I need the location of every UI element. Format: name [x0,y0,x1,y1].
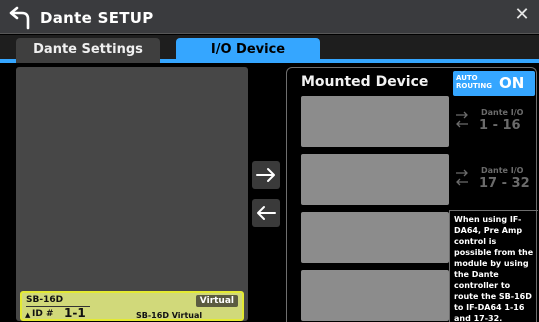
dante-io-range: 1 - 16 [479,118,521,133]
dante-io-range: 17 - 32 [479,176,530,191]
bidirectional-arrows-icon [455,108,469,130]
tab-dante-settings[interactable]: Dante Settings [16,38,160,64]
virtual-badge: Virtual [195,295,238,307]
mounted-slot-4[interactable] [301,270,449,321]
bidirectional-arrows-icon [455,166,469,188]
mounted-slot-1[interactable] [301,96,449,147]
device-model: SB-16D Virtual [136,311,203,320]
help-note: When using IF-DA64, Pre Amp control is p… [449,210,538,322]
mounted-slot-2[interactable] [301,154,449,205]
dante-io-group-1: Dante I/O 1 - 16 [453,102,533,142]
title-bar: Dante SETUP ✕ [0,0,539,34]
device-card[interactable]: SB-16D Virtual ▲ ID # 1-1 SB-16D Virtual [20,291,244,321]
dante-io-label: Dante I/O [481,166,524,175]
available-devices-panel[interactable]: SB-16D Virtual ▲ ID # 1-1 SB-16D Virtual [16,67,248,321]
auto-routing-label: AUTO ROUTING [456,74,493,90]
triangle-up-icon: ▲ [25,311,31,319]
arrow-right-icon[interactable] [252,161,280,189]
dante-io-group-2: Dante I/O 17 - 32 [453,160,533,200]
dante-io-label: Dante I/O [481,108,524,117]
mounted-slot-3[interactable] [301,212,449,263]
device-id-value: 1-1 [64,306,86,320]
mounted-device-panel: Mounted Device AUTO ROUTING ON Dante I/O… [286,67,538,322]
back-arrow-icon[interactable] [6,2,34,30]
page-title: Dante SETUP [40,9,154,27]
tab-io-device[interactable]: I/O Device [176,38,320,64]
arrow-left-icon[interactable] [252,199,280,227]
mounted-device-title: Mounted Device [301,74,429,90]
auto-routing-state: ON [499,74,525,92]
io-device-view: SB-16D Virtual ▲ ID # 1-1 SB-16D Virtual… [0,63,539,322]
close-icon[interactable]: ✕ [511,4,533,26]
auto-routing-toggle[interactable]: AUTO ROUTING ON [453,71,535,96]
device-id-label: ID # [32,309,54,319]
device-name: SB-16D [26,295,64,305]
tab-bar: Dante Settings I/O Device [0,35,539,64]
